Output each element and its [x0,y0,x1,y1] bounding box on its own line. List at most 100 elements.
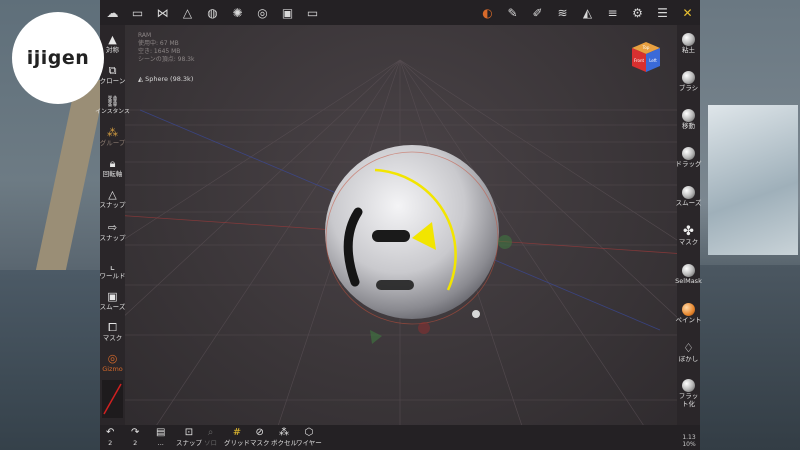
memory-stats: RAM 使用中: 67 MB 空き: 1645 MB シーンの頂点: 98.3k [138,32,194,64]
flatten-brush-icon [682,379,695,392]
triangle-icon: ▲ [108,33,117,46]
pencil-icon[interactable]: ✎ [500,0,525,25]
group-icon: ⁂ [107,126,118,139]
light-icon[interactable]: ✺ [225,0,250,25]
smooth-brush-icon [682,186,695,199]
camera-snap-button[interactable]: ⊡ スナップ [176,427,202,447]
tool-flatten[interactable]: フラット化 [677,379,700,408]
solo-icon: ⌕ [207,427,214,438]
cube-front-label: Front [634,58,645,63]
clay-brush-icon [682,33,695,46]
render-icon[interactable]: ◎ [250,0,275,25]
tool-paint[interactable]: ペイント [676,303,702,324]
mask-puzzle-icon: ✤ [683,224,694,239]
smooth-tool[interactable]: ▣ スムーズ [100,290,126,311]
viewport-grid [100,59,700,450]
stroke-preview-icon [103,383,122,415]
gizmo-tool[interactable]: ◎ Gizmo [100,352,125,373]
nomad-icon[interactable]: ☁ [100,0,125,25]
brush-ball-icon [682,71,695,84]
mask-view-button[interactable]: ⊘ マスク [250,427,270,447]
stats-scene-vertices: シーンの頂点: 98.3k [138,56,195,63]
voxel-button[interactable]: ⁂ ボクセル [271,427,297,447]
tool-brush[interactable]: ブラシ [677,71,700,92]
snap-tool-2[interactable]: ⇨ スナップ [100,221,126,242]
world-axis-icon: ⌞ [109,259,116,272]
blur-icon: ♢ [683,341,694,355]
mask-icon: ⧠ [108,321,117,334]
grid-button[interactable]: # グリッド [224,427,250,447]
paint-brush-icon [682,303,695,316]
voxel-icon: ⁂ [279,427,289,438]
material-icon[interactable]: ◍ [200,0,225,25]
redo-button[interactable]: ↷ 2 [131,427,139,447]
settings-icon[interactable]: ⚙ [625,0,650,25]
ijigen-logo: ijigen [12,12,104,104]
smooth-icon: ▣ [107,290,118,303]
brush-icon[interactable]: ✐ [525,0,550,25]
scene-icon[interactable]: ⋈ [150,0,175,25]
tool-blur[interactable]: ♢ ぼかし [677,341,700,364]
layers-icon[interactable]: ≡ [600,0,625,25]
history-icon: ▤ [156,427,166,438]
mesh-icon-small: ◭ [138,75,143,83]
wireframe-button[interactable]: ⬡ ワイヤー [296,427,322,447]
gizmo-icon: ◎ [107,352,118,365]
stroke-icon[interactable]: ≋ [550,0,575,25]
move-brush-icon [682,109,695,122]
topology-icon[interactable]: ◭ [575,0,600,25]
sliders-icon[interactable]: ☰ [650,0,675,25]
stats-used: 使用中: 67 MB [138,40,179,47]
group-tool[interactable]: ⁂ グループ [100,126,126,147]
mask-eye-icon: ⊘ [255,427,264,438]
world-tool[interactable]: ⌞ ワールド [100,259,126,280]
stats-free: 空き: 1645 MB [138,48,181,55]
tool-clay[interactable]: 粘土 [677,33,700,54]
folder-icon[interactable]: ▭ [125,0,150,25]
triangle-outline-icon: △ [108,188,117,201]
zoom-readout: 1.13 10% [682,434,696,448]
environment-window [708,105,798,255]
tool-selmask[interactable]: SelMask [675,264,702,285]
snap-tool-1[interactable]: △ スナップ [100,188,126,209]
selected-mesh-label[interactable]: ◭ Sphere (98.3k) [138,75,193,83]
clone-tool[interactable]: ⧉ クローン [100,64,126,85]
mask-tool[interactable]: ⧠ マスク [100,321,125,342]
tool-mask[interactable]: ✤ マスク [677,225,700,246]
view-cube[interactable]: Top Front Left [628,38,664,76]
wireframe-icon: ⬡ [304,427,314,438]
solo-button[interactable]: ⌕ ソロ [204,427,217,447]
selmask-icon [682,264,695,277]
mesh-name: Sphere (98.3k) [145,75,194,83]
environment-floor-right [700,265,800,450]
grid-icon: # [232,427,242,438]
drag-brush-icon [682,147,695,160]
cube-left-label: Left [649,58,657,63]
tool-drag[interactable]: ドラッグ [676,147,702,168]
top-toolbar: ☁ ▭ ⋈ △ ◍ ✺ ◎ ▣ ▭ ◐ ✎ ✐ ≋ ◭ ≡ ⚙ ☰ ✕ [100,0,700,25]
video-icon[interactable]: ▭ [300,0,325,25]
tool-smooth[interactable]: スムーズ [676,186,701,207]
environment-right [700,0,800,450]
instance-tool[interactable]: ⛓ インスタンス [95,95,130,116]
mesh-icon[interactable]: △ [175,0,200,25]
tools-icon[interactable]: ✕ [675,0,700,25]
lock-icon: 🔒︎ [109,157,116,170]
environment-floor-left [0,270,100,450]
cube-top-label: Top [642,45,650,50]
camera-snap-icon: ⊡ [184,427,194,438]
3d-viewport[interactable] [100,0,700,450]
undo-button[interactable]: ↶ 2 [106,427,114,447]
redo-icon: ↷ [131,427,140,438]
pivot-tool[interactable]: 🔒︎ 回転軸 [100,157,125,178]
color-swatch[interactable] [102,380,123,418]
image-icon[interactable]: ▣ [275,0,300,25]
tool-move[interactable]: 移動 [677,109,700,130]
right-toolbar: 粘土 ブラシ 移動 ドラッグ スムーズ ✤ マスク SelMask ペイント ♢ ぼ… [675,25,702,425]
history-button[interactable]: ▤... [156,427,165,447]
arrow-right-icon: ⇨ [107,221,118,234]
gizmo-toggle-icon[interactable]: ◐ [475,0,500,25]
symmetry-tool[interactable]: ▲ 対称 [100,33,125,54]
bottom-toolbar: ↶ 2 ↷ 2 ▤... ⊡ スナップ ⌕ ソロ # グリッド ⊘ マスク ⁂ ボクセル ⬡ ワ… [100,425,700,450]
undo-icon: ↶ [106,427,115,438]
